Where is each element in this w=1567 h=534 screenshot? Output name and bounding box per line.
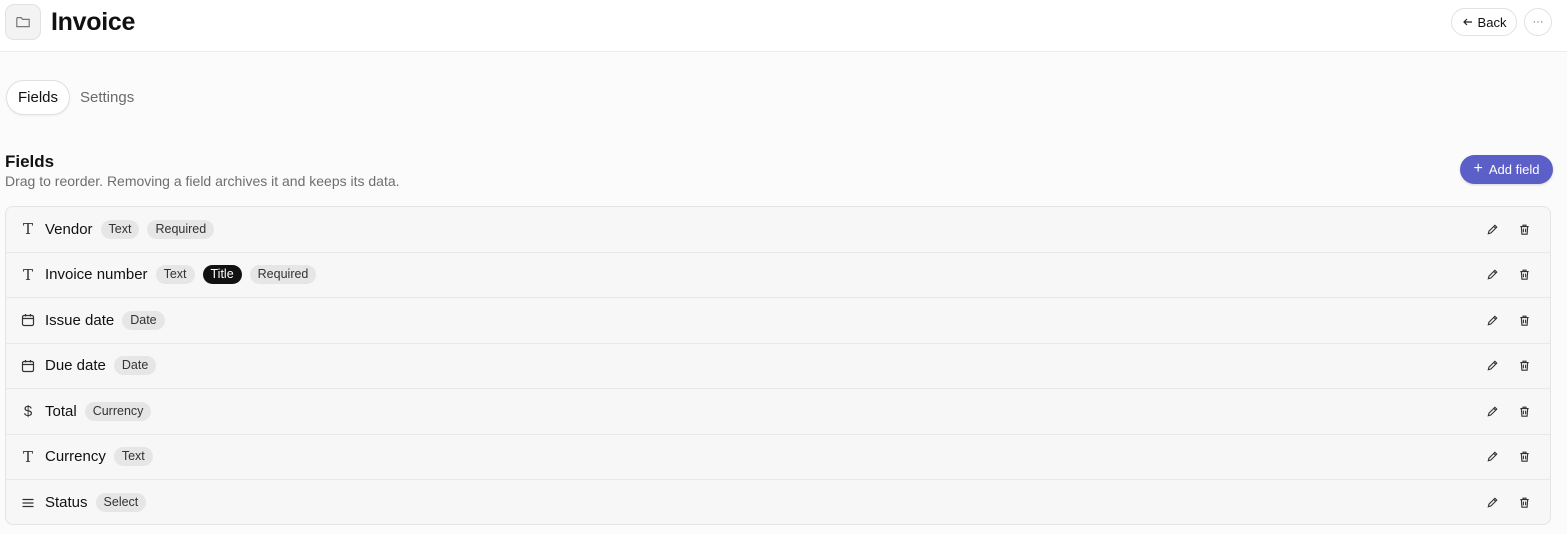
add-field-label: Add field (1488, 162, 1540, 177)
back-label: Back (1477, 14, 1507, 30)
type-badge: Select (95, 493, 147, 513)
section-title: Fields (5, 152, 55, 171)
delete-trash-icon[interactable] (1516, 403, 1532, 419)
edit-pencil-icon[interactable] (1484, 312, 1500, 328)
edit-pencil-icon[interactable] (1484, 267, 1500, 283)
calendar-icon (20, 358, 36, 374)
field-name: Status (45, 494, 88, 512)
field-row-invoice-number[interactable]: T Invoice number Text Title Required (6, 253, 1550, 298)
header-bar: Invoice Back ··· (0, 0, 1567, 52)
type-badge: Text (113, 447, 153, 467)
back-button[interactable]: Back (1451, 8, 1517, 36)
field-row-status[interactable]: Status Select (6, 480, 1550, 524)
edit-pencil-icon[interactable] (1484, 221, 1500, 237)
type-badge: Date (122, 310, 165, 330)
list-icon (20, 495, 36, 511)
section-subtitle: Drag to reorder. Removing a field archiv… (5, 173, 400, 189)
text-type-icon: T (22, 220, 33, 239)
required-badge: Required (249, 265, 317, 285)
field-name: Total (45, 402, 77, 420)
arrow-left-icon (1462, 16, 1474, 28)
more-options-button[interactable]: ··· (1524, 8, 1552, 36)
edit-pencil-icon[interactable] (1484, 403, 1500, 419)
field-name: Currency (45, 448, 106, 466)
field-row-total[interactable]: $ Total Currency (6, 389, 1550, 435)
add-field-button[interactable]: + Add field (1460, 155, 1553, 184)
field-name: Issue date (45, 311, 115, 329)
dollar-icon: $ (23, 402, 33, 420)
folder-button[interactable] (5, 4, 41, 40)
type-badge: Date (113, 356, 157, 376)
more-icon: ··· (1532, 15, 1544, 28)
field-row-currency[interactable]: T Currency Text (6, 435, 1550, 480)
delete-trash-icon[interactable] (1516, 495, 1532, 511)
delete-trash-icon[interactable] (1516, 221, 1532, 237)
edit-pencil-icon[interactable] (1484, 495, 1500, 511)
text-type-icon: T (22, 265, 33, 284)
edit-pencil-icon[interactable] (1484, 449, 1500, 465)
calendar-icon (20, 312, 36, 328)
delete-trash-icon[interactable] (1516, 312, 1532, 328)
tab-settings[interactable]: Settings (80, 80, 134, 115)
delete-trash-icon[interactable] (1516, 449, 1532, 465)
delete-trash-icon[interactable] (1516, 267, 1532, 283)
plus-icon: + (1473, 160, 1483, 177)
type-badge: Text (155, 265, 195, 285)
title-badge: Title (202, 265, 242, 285)
page-title: Invoice (51, 8, 136, 36)
text-type-icon: T (22, 447, 33, 466)
field-name: Vendor (45, 220, 93, 238)
tab-fields[interactable]: Fields (6, 80, 70, 115)
field-row-due-date[interactable]: Due date Date (6, 344, 1550, 389)
type-badge: Text (100, 219, 140, 239)
folder-icon (15, 14, 31, 30)
delete-trash-icon[interactable] (1516, 358, 1532, 374)
type-badge: Currency (84, 401, 152, 421)
field-row-vendor[interactable]: T Vendor Text Required (6, 207, 1550, 253)
edit-pencil-icon[interactable] (1484, 358, 1500, 374)
required-badge: Required (147, 219, 215, 239)
field-name: Invoice number (45, 266, 148, 284)
field-list: T Vendor Text Required T Invoice number … (5, 206, 1551, 525)
field-name: Due date (45, 357, 106, 375)
field-row-issue-date[interactable]: Issue date Date (6, 298, 1550, 344)
